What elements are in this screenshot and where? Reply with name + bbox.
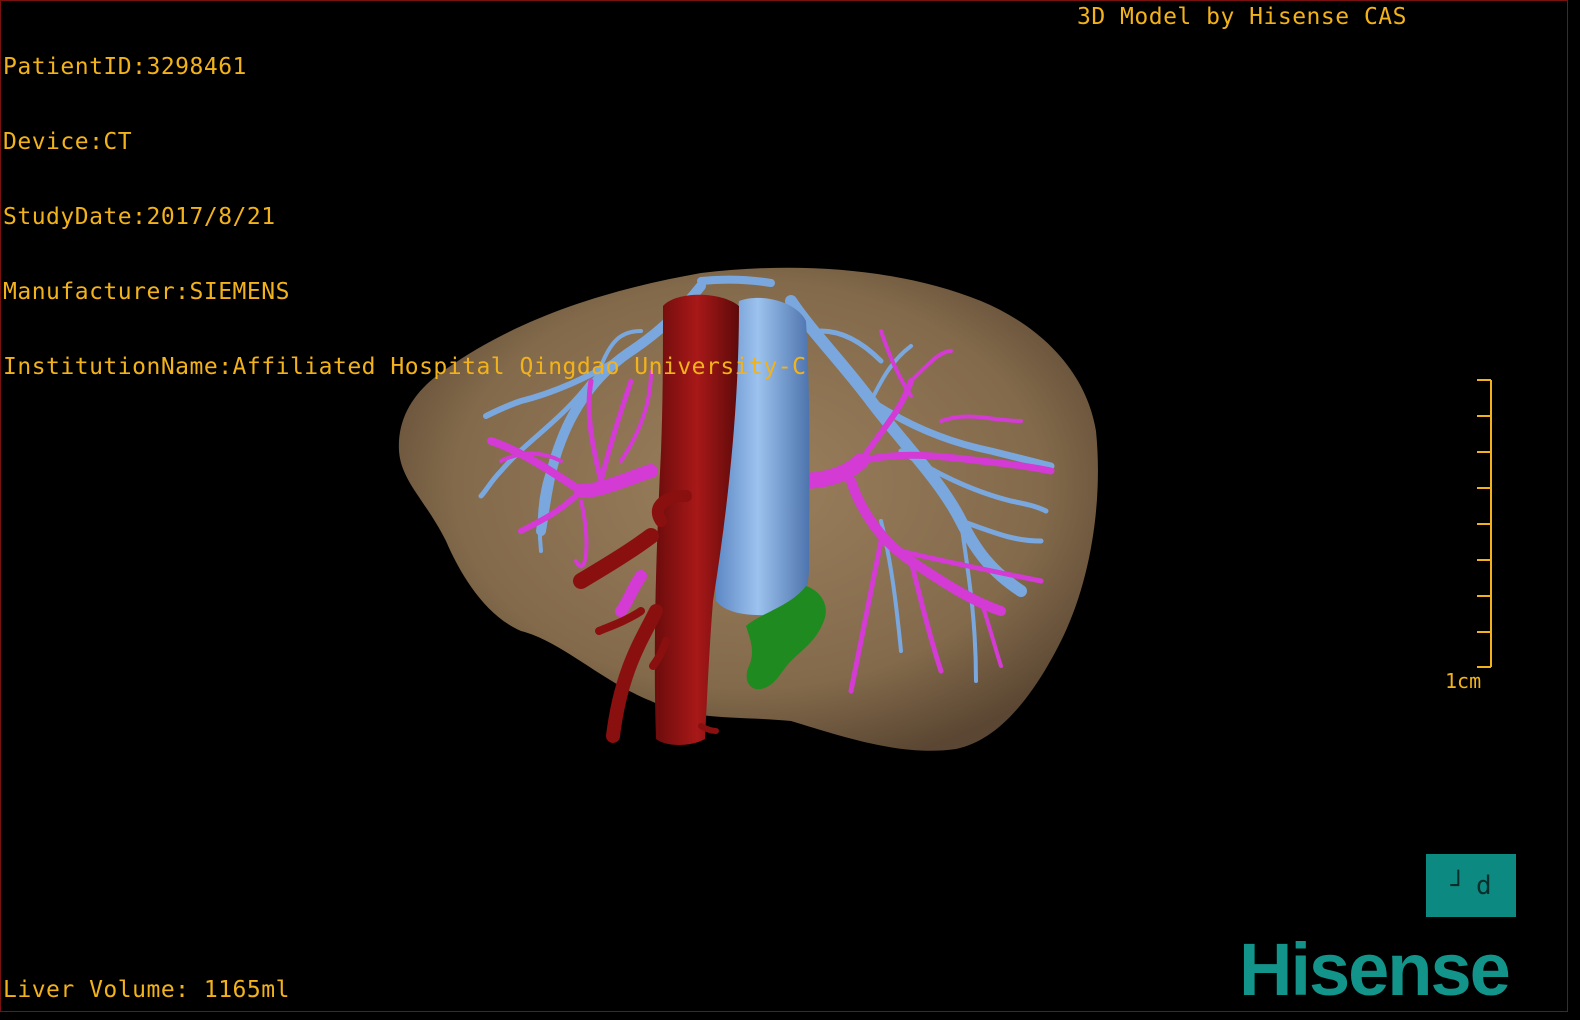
institution-text: InstitutionName:Affiliated Hospital Qing…	[3, 354, 807, 380]
hisense-logo: Hisense	[1239, 928, 1511, 1011]
3d-viewport[interactable]: PatientID:3298461 Device:CT StudyDate:20…	[0, 0, 1568, 1012]
liver-volume-text: Liver Volume: 1165ml	[3, 977, 290, 1003]
scale-ruler-icon	[1477, 379, 1492, 668]
device-text: Device:CT	[3, 129, 133, 155]
orientation-glyph-left: ┘	[1450, 870, 1466, 901]
scale-label: 1cm	[1445, 669, 1482, 693]
patient-id-text: PatientID:3298461	[3, 54, 247, 80]
orientation-cube-icon[interactable]: ┘ d	[1426, 854, 1516, 917]
study-date-text: StudyDate:2017/8/21	[3, 204, 276, 230]
model-title: 3D Model by Hisense CAS	[1077, 4, 1407, 30]
patient-info-overlay: PatientID:3298461 Device:CT StudyDate:20…	[3, 5, 806, 430]
orientation-glyph-right: d	[1476, 870, 1492, 901]
manufacturer-text: Manufacturer:SIEMENS	[3, 279, 290, 305]
